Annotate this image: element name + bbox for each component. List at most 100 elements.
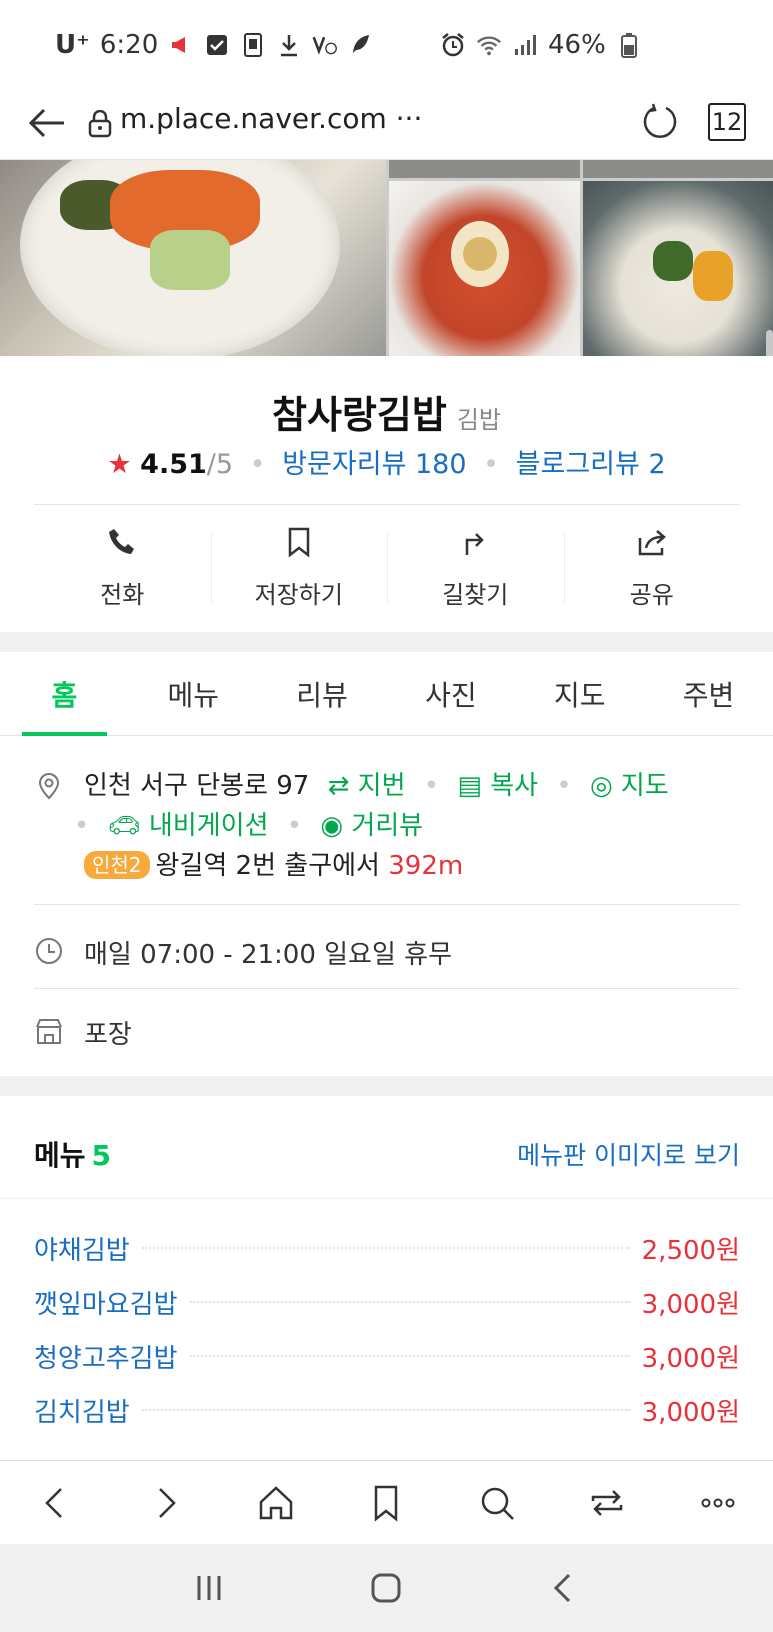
rating-value: 4.51 xyxy=(140,449,207,480)
photo-main[interactable] xyxy=(0,160,386,356)
streetview-icon: ◉ xyxy=(320,811,344,841)
subway-line-badge: 인천2 xyxy=(84,851,150,879)
swap-icon: ⇄ xyxy=(327,771,350,801)
place-header: 참사랑김밥 김밥 ★ 4.51/5 • 방문자리뷰 180 • 블로그리뷰 2 전… xyxy=(0,356,773,632)
rating-max: /5 xyxy=(206,449,234,480)
menu-heading: 메뉴 5 xyxy=(34,1134,111,1174)
star-icon: ★ xyxy=(107,449,132,480)
android-nav-bar xyxy=(0,1544,773,1632)
station-text: 왕길역 2번 출구에서 xyxy=(155,851,380,881)
battery-icon xyxy=(616,32,642,58)
photo-noodle[interactable] xyxy=(389,160,580,356)
menu-title: 메뉴 xyxy=(34,1139,86,1172)
url-text[interactable]: m.place.naver.com ··· xyxy=(120,102,422,135)
menu-item-name: 김치김밥 xyxy=(34,1397,130,1428)
clock-icon xyxy=(36,938,62,964)
menu-item-price: 3,000원 xyxy=(641,1397,740,1428)
status-right: 46% xyxy=(440,30,642,60)
system-back-icon[interactable] xyxy=(540,1564,588,1612)
blog-reviews-link[interactable]: 블로그리뷰 2 xyxy=(516,449,666,480)
tab-review[interactable]: 리뷰 xyxy=(258,652,387,735)
place-info: 인천 서구 단봉로 97 ⇄ 지번 • ▤ 복사 • ◎ 지도 • 🚗︎ 내비게… xyxy=(0,736,773,1076)
hours-text: 매일 07:00 - 21:00 일요일 휴무 xyxy=(84,940,453,970)
place-title: 참사랑김밥 김밥 xyxy=(0,384,773,439)
save-label: 저장하기 xyxy=(254,581,343,609)
forward-icon[interactable] xyxy=(143,1480,189,1526)
check-box-icon xyxy=(204,32,230,58)
menu-item-price: 3,000원 xyxy=(641,1289,740,1320)
save-button[interactable]: 저장하기 xyxy=(210,526,388,610)
photo-gimbap[interactable] xyxy=(582,160,773,356)
copy-icon: ▤ xyxy=(457,771,482,801)
phone-call-icon xyxy=(109,529,135,554)
back-icon[interactable] xyxy=(32,1480,78,1526)
status-left: U⁺ 6:20 xyxy=(55,30,374,60)
place-name: 참사랑김밥 xyxy=(272,393,447,437)
feather-icon xyxy=(348,32,374,58)
service-row: 포장 xyxy=(34,1012,740,1052)
browser-address-bar: m.place.naver.com ··· 12 xyxy=(0,88,773,160)
streetview-link[interactable]: 거리뷰 xyxy=(351,811,423,841)
wifi-icon xyxy=(476,32,502,58)
download-icon xyxy=(276,32,302,58)
menu-item[interactable]: 깻잎마요김밥 3,000원 xyxy=(34,1282,740,1322)
call-button[interactable]: 전화 xyxy=(34,526,211,610)
store-icon xyxy=(36,1019,62,1044)
back-arrow-icon[interactable] xyxy=(26,102,68,144)
menu-item-price: 3,000원 xyxy=(641,1343,740,1374)
place-category: 김밥 xyxy=(456,406,501,434)
menu-item[interactable]: 야채김밥 2,500원 xyxy=(34,1228,740,1268)
jibun-link[interactable]: 지번 xyxy=(358,771,406,801)
hours-row[interactable]: 매일 07:00 - 21:00 일요일 휴무 xyxy=(34,932,740,972)
location-pin-icon xyxy=(38,773,60,800)
home-icon[interactable] xyxy=(253,1480,299,1526)
photo-gallery[interactable] xyxy=(0,160,773,356)
directions-button[interactable]: 길찾기 xyxy=(387,526,564,610)
navigation-link[interactable]: 내비게이션 xyxy=(149,811,269,841)
share-label: 공유 xyxy=(629,581,674,609)
menu-item-name: 깻잎마요김밥 xyxy=(34,1289,178,1320)
more-icon[interactable] xyxy=(695,1480,741,1526)
tabs-switch-icon[interactable] xyxy=(584,1480,630,1526)
car-icon: 🚗︎ xyxy=(107,811,141,841)
tab-nearby[interactable]: 주변 xyxy=(644,652,773,735)
bookmark-icon xyxy=(288,527,309,558)
call-label: 전화 xyxy=(100,581,145,609)
browser-toolbar xyxy=(0,1460,773,1544)
reload-icon[interactable] xyxy=(640,102,680,142)
map-link[interactable]: 지도 xyxy=(621,771,669,801)
status-bar: U⁺ 6:20 46% xyxy=(0,0,773,88)
search-icon[interactable] xyxy=(474,1480,520,1526)
menu-item-price: 2,500원 xyxy=(641,1235,740,1266)
directions-label: 길찾기 xyxy=(442,581,509,609)
home-button-icon[interactable] xyxy=(362,1564,410,1612)
menu-item[interactable]: 청양고추김밥 3,000원 xyxy=(34,1336,740,1376)
alarm-icon xyxy=(440,32,466,58)
tab-home[interactable]: 홈 xyxy=(0,652,129,736)
menu-image-link[interactable]: 메뉴판 이미지로 보기 xyxy=(517,1136,740,1172)
bookmarks-icon[interactable] xyxy=(363,1480,409,1526)
address-text: 인천 서구 단봉로 97 xyxy=(84,771,310,801)
map-pin-icon: ◎ xyxy=(589,771,613,801)
tab-photo[interactable]: 사진 xyxy=(386,652,515,735)
signal-icon xyxy=(512,32,538,58)
menu-item[interactable]: 김치김밥 3,000원 xyxy=(34,1390,740,1430)
recents-icon[interactable] xyxy=(185,1564,233,1612)
distance-text: 392m xyxy=(388,851,464,881)
visitor-reviews-link[interactable]: 방문자리뷰 180 xyxy=(282,449,466,480)
service-text: 포장 xyxy=(84,1020,132,1050)
megaphone-icon xyxy=(168,32,194,58)
rating-row: ★ 4.51/5 • 방문자리뷰 180 • 블로그리뷰 2 xyxy=(107,449,666,480)
volte-icon xyxy=(312,32,338,58)
directions-icon xyxy=(466,533,485,555)
carrier-label: U⁺ xyxy=(55,30,90,60)
tab-map[interactable]: 지도 xyxy=(515,652,644,735)
share-button[interactable]: 공유 xyxy=(563,526,741,610)
lock-icon xyxy=(88,109,112,138)
phone-icon xyxy=(240,32,266,58)
tab-menu[interactable]: 메뉴 xyxy=(129,652,258,735)
copy-link[interactable]: 복사 xyxy=(490,771,538,801)
tab-count-button[interactable]: 12 xyxy=(708,103,746,141)
clock: 6:20 xyxy=(99,30,159,60)
menu-item-name: 청양고추김밥 xyxy=(34,1343,178,1374)
